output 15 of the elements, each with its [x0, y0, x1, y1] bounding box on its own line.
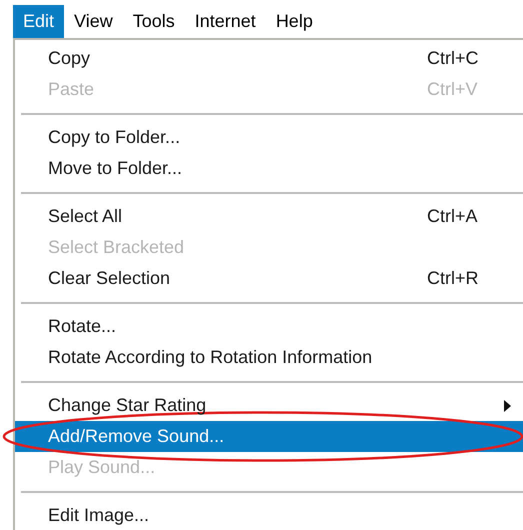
menu-item[interactable]: Add/Remove Sound...: [15, 421, 523, 452]
menu-bar-item[interactable]: Internet: [184, 5, 266, 38]
menu-item[interactable]: Move to Folder...: [15, 153, 523, 184]
menu-item[interactable]: Edit Image...: [15, 500, 523, 530]
menu-item[interactable]: Change Star Rating: [15, 390, 523, 421]
menu-bar-item[interactable]: Tools: [122, 5, 185, 38]
menu-item[interactable]: Copy to Folder...: [15, 122, 523, 153]
menu-bar-item[interactable]: Edit: [13, 5, 64, 38]
menu-item[interactable]: Copy Ctrl+C: [15, 43, 523, 74]
menu-item[interactable]: Clear Selection Ctrl+R: [15, 263, 523, 294]
menu-item[interactable]: Rotate...: [15, 311, 523, 342]
menu-bar-item[interactable]: Help: [266, 5, 323, 38]
menu-item[interactable]: Rotate According to Rotation Information: [15, 342, 523, 373]
menu-bar-item[interactable]: View: [64, 5, 123, 38]
menu-item[interactable]: Select All Ctrl+A: [15, 201, 523, 232]
